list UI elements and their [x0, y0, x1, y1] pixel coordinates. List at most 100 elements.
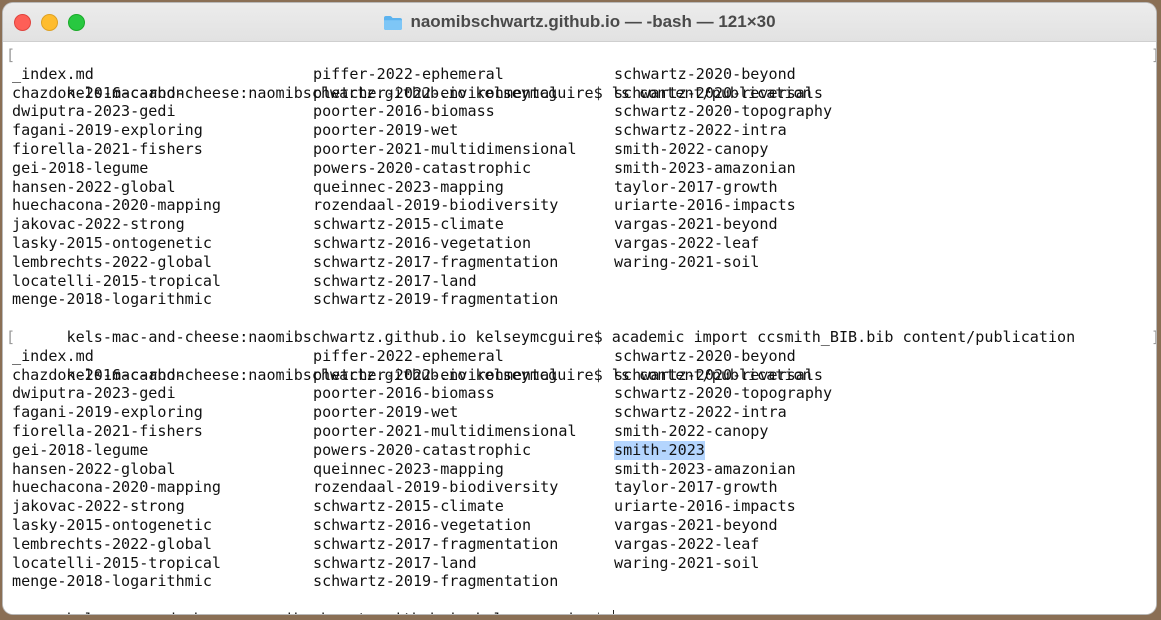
file-entry: poorter-2016-biomass — [313, 102, 495, 121]
file-entry: lasky-2015-ontogenetic — [12, 233, 212, 252]
text-cursor — [612, 609, 614, 614]
file-entry-selected: smith-2023 — [614, 440, 705, 460]
file-entry: poorter-2021-multidimensional — [313, 421, 577, 440]
title-bar[interactable]: naomibschwartz.github.io — -bash — 121×3… — [3, 3, 1156, 42]
terminal-output[interactable]: [ kels-mac-and-cheese:naomibschwartz.git… — [3, 42, 1156, 614]
file-entry: fiorella-2021-fishers — [12, 421, 203, 440]
file-entry: locatelli-2015-tropical — [12, 553, 222, 572]
window-title-group: naomibschwartz.github.io — -bash — 121×3… — [3, 3, 1156, 41]
file-entry: schwartz-2019-fragmentation — [313, 290, 559, 309]
listing-row: _index.md piffer-2022-ephemeral schwartz-2… — [12, 65, 1156, 84]
file-entry: schwartz-2020-reversals — [614, 83, 824, 102]
file-entry: schwartz-2020-reversals — [614, 365, 824, 384]
file-entry: fagani-2019-exploring — [12, 403, 203, 422]
file-listing: _index.md piffer-2022-ephemeral schwartz-2… — [12, 347, 1156, 591]
file-entry: schwartz-2016-vegetation — [313, 233, 532, 252]
file-entry: queinnec-2023-mapping — [313, 459, 504, 478]
file-entry: uriarte-2016-impacts — [614, 497, 796, 516]
file-entry: smith-2022-canopy — [614, 139, 769, 158]
file-entry: hansen-2022-global — [12, 177, 176, 196]
mark-bracket-left: [ — [6, 327, 16, 346]
file-entry: menge-2018-logarithmic — [12, 290, 212, 309]
file-entry: gei-2018-legume — [12, 440, 149, 459]
file-entry: huechacona-2020-mapping — [12, 196, 222, 215]
window-title: naomibschwartz.github.io — -bash — 121×3… — [410, 12, 776, 31]
file-entry: queinnec-2023-mapping — [313, 177, 504, 196]
command-line: kels-mac-and-cheese:naomibschwartz.githu… — [12, 309, 1156, 346]
listing-row: lasky-2015-ontogenetic schwartz-2016-vege… — [12, 516, 1156, 535]
folder-icon — [383, 15, 403, 30]
file-entry: waring-2021-soil — [614, 252, 760, 271]
file-entry: poorter-2019-wet — [313, 121, 459, 140]
listing-row: menge-2018-logarithmic schwartz-2019-frag… — [12, 290, 1156, 309]
file-entry: poorter-2016-biomass — [313, 384, 495, 403]
listing-row: dwiputra-2023-gedi poorter-2016-biomass sc… — [12, 384, 1156, 403]
file-entry: poorter-2019-wet — [313, 403, 459, 422]
listing-row: chazdon-2016-carbon pletcher-2022-environ… — [12, 84, 1156, 103]
listing-row: huechacona-2020-mapping rozendaal-2019-bi… — [12, 478, 1156, 497]
file-entry: schwartz-2020-topography — [614, 102, 833, 121]
file-entry: schwartz-2017-land — [313, 553, 477, 572]
file-entry: jakovac-2022-strong — [12, 497, 185, 516]
prompt: kels-mac-and-cheese:naomibschwartz.githu… — [67, 610, 603, 614]
file-entry: schwartz-2022-intra — [614, 121, 787, 140]
mark-bracket-right: ] — [1151, 328, 1156, 347]
file-entry: gei-2018-legume — [12, 158, 149, 177]
listing-row: jakovac-2022-strong schwartz-2015-climate… — [12, 215, 1156, 234]
active-prompt-line[interactable]: kels-mac-and-cheese:naomibschwartz.githu… — [12, 591, 1156, 614]
file-entry: schwartz-2017-fragmentation — [313, 252, 559, 271]
command-line: [ kels-mac-and-cheese:naomibschwartz.git… — [6, 328, 1156, 384]
file-entry: dwiputra-2023-gedi — [12, 384, 176, 403]
file-entry: uriarte-2016-impacts — [614, 196, 796, 215]
listing-row: hansen-2022-global queinnec-2023-mapping s… — [12, 460, 1156, 479]
file-entry: schwartz-2019-fragmentation — [313, 572, 559, 591]
file-entry: piffer-2022-ephemeral — [313, 346, 504, 365]
file-entry: rozendaal-2019-biodiversity — [313, 196, 559, 215]
file-entry: schwartz-2020-beyond — [614, 64, 796, 83]
listing-row: hansen-2022-global queinnec-2023-mapping t… — [12, 178, 1156, 197]
file-entry: taylor-2017-growth — [614, 478, 778, 497]
file-entry: huechacona-2020-mapping — [12, 478, 222, 497]
listing-row: huechacona-2020-mapping rozendaal-2019-bi… — [12, 196, 1156, 215]
listing-row: fiorella-2021-fishers poorter-2021-multid… — [12, 140, 1156, 159]
file-entry: powers-2020-catastrophic — [313, 440, 532, 459]
file-entry: _index.md — [12, 64, 94, 83]
listing-row: lembrechts-2022-global schwartz-2017-frag… — [12, 535, 1156, 554]
file-entry: schwartz-2017-fragmentation — [313, 534, 559, 553]
terminal-window: naomibschwartz.github.io — -bash — 121×3… — [3, 3, 1156, 614]
file-entry: vargas-2021-beyond — [614, 515, 778, 534]
file-entry: vargas-2022-leaf — [614, 233, 760, 252]
file-entry: lembrechts-2022-global — [12, 252, 212, 271]
command-line: [ kels-mac-and-cheese:naomibschwartz.git… — [6, 46, 1156, 102]
file-entry: lembrechts-2022-global — [12, 534, 212, 553]
file-entry: waring-2021-soil — [614, 553, 760, 572]
file-entry: schwartz-2017-land — [313, 271, 477, 290]
file-entry: smith-2023-amazonian — [614, 459, 796, 478]
file-entry: schwartz-2015-climate — [313, 215, 504, 234]
file-entry: jakovac-2022-strong — [12, 215, 185, 234]
file-entry: smith-2023-amazonian — [614, 158, 796, 177]
file-entry: schwartz-2015-climate — [313, 497, 504, 516]
file-entry: taylor-2017-growth — [614, 177, 778, 196]
listing-row: fagani-2019-exploring poorter-2019-wet sch… — [12, 121, 1156, 140]
listing-row: jakovac-2022-strong schwartz-2015-climate… — [12, 497, 1156, 516]
file-entry: lasky-2015-ontogenetic — [12, 515, 212, 534]
mark-bracket-left: [ — [6, 46, 16, 64]
file-entry: locatelli-2015-tropical — [12, 271, 222, 290]
listing-row: locatelli-2015-tropical schwartz-2017-lan… — [12, 272, 1156, 291]
listing-row: lasky-2015-ontogenetic schwartz-2016-vege… — [12, 234, 1156, 253]
listing-row: chazdon-2016-carbon pletcher-2022-environ… — [12, 366, 1156, 385]
file-entry: fiorella-2021-fishers — [12, 139, 203, 158]
file-entry: vargas-2022-leaf — [614, 534, 760, 553]
mark-bracket-right: ] — [1151, 46, 1156, 65]
file-entry: menge-2018-logarithmic — [12, 572, 212, 591]
file-entry: chazdon-2016-carbon — [12, 365, 185, 384]
file-entry: poorter-2021-multidimensional — [313, 139, 577, 158]
listing-row: gei-2018-legume powers-2020-catastrophic s… — [12, 440, 1156, 460]
file-entry: fagani-2019-exploring — [12, 121, 203, 140]
file-entry: powers-2020-catastrophic — [313, 158, 532, 177]
listing-row: gei-2018-legume powers-2020-catastrophic s… — [12, 159, 1156, 178]
file-entry: rozendaal-2019-biodiversity — [313, 478, 559, 497]
listing-row: dwiputra-2023-gedi poorter-2016-biomass sc… — [12, 102, 1156, 121]
listing-row: fagani-2019-exploring poorter-2019-wet sch… — [12, 403, 1156, 422]
